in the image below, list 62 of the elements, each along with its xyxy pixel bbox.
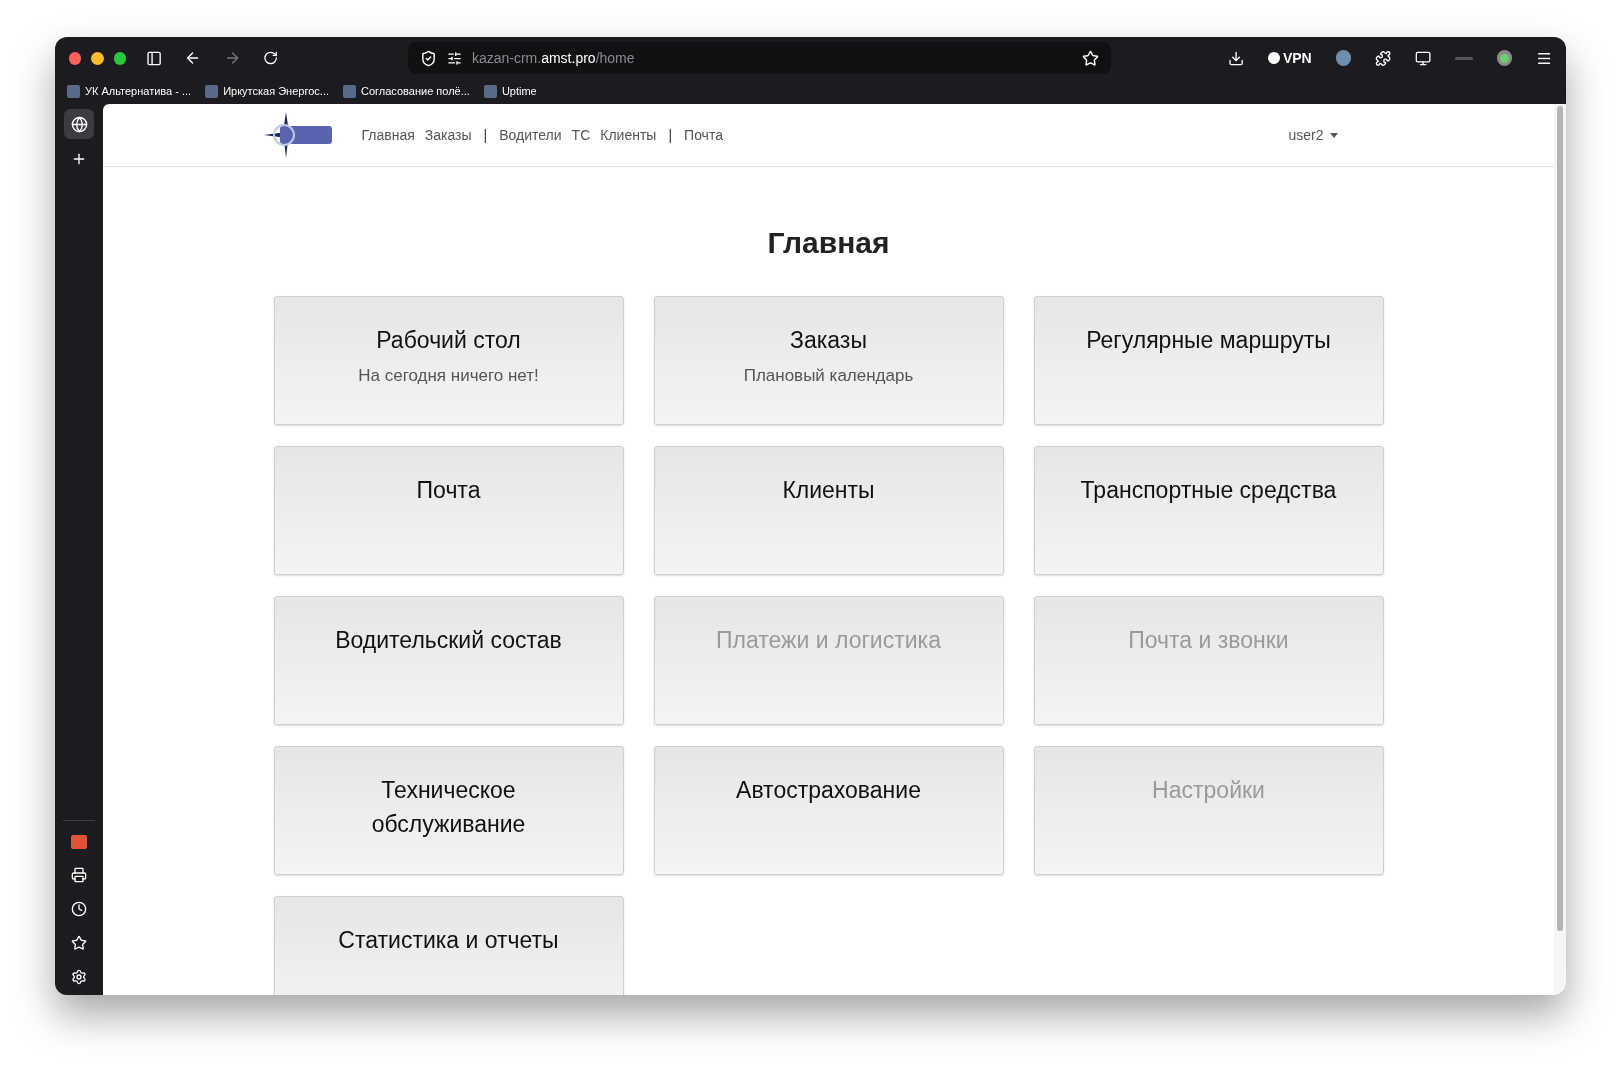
extensions-icon[interactable] bbox=[1374, 49, 1392, 67]
scrollbar-thumb[interactable] bbox=[1557, 106, 1563, 931]
nav-link[interactable]: Почта bbox=[684, 124, 723, 146]
tile-card[interactable]: Регулярные маршруты bbox=[1033, 296, 1384, 425]
nav-link[interactable]: Заказы bbox=[424, 124, 472, 146]
tile-title: Водительский состав bbox=[335, 626, 562, 655]
bookmark-link[interactable]: Uptime bbox=[483, 83, 537, 100]
tile-card[interactable]: Техническое обслуживание bbox=[273, 746, 624, 875]
nav-link[interactable]: ТС bbox=[571, 124, 591, 146]
settings-icon[interactable] bbox=[71, 969, 87, 985]
tile-card[interactable]: Рабочий стол На сегодня ничего нет! bbox=[273, 296, 624, 425]
tile-title: Заказы bbox=[790, 326, 867, 355]
tile-card[interactable]: Водительский состав bbox=[273, 596, 624, 725]
bookmark-star-icon[interactable] bbox=[1081, 49, 1099, 67]
vpn-button[interactable]: VPN bbox=[1267, 47, 1312, 69]
tile-card[interactable]: Клиенты bbox=[653, 446, 1004, 575]
tile-card[interactable]: Заказы Плановый календарь bbox=[653, 296, 1004, 425]
tile-title: Платежи и логистика bbox=[716, 626, 941, 655]
tile-title: Транспортные средства bbox=[1080, 476, 1337, 505]
tile-title: Настройки bbox=[1152, 776, 1265, 805]
nav-separator: | bbox=[668, 125, 673, 145]
nav-link[interactable]: Клиенты bbox=[600, 124, 657, 146]
download-icon[interactable] bbox=[1227, 49, 1244, 67]
tile-title: Почта bbox=[416, 476, 481, 505]
bookmark-link[interactable]: Согласование полё... bbox=[343, 83, 470, 100]
address-bar[interactable]: kazan-crm.amst.pro/home bbox=[407, 42, 1111, 74]
history-icon[interactable] bbox=[71, 901, 87, 917]
user-menu[interactable]: user2 bbox=[1288, 124, 1338, 146]
nav-link[interactable]: Водители bbox=[499, 124, 562, 146]
sidebar-toggle-icon[interactable] bbox=[146, 49, 163, 67]
tile-title: Почта и звонки bbox=[1128, 626, 1289, 655]
url-text: kazan-crm.amst.pro/home bbox=[471, 48, 635, 68]
tile-title: Автострахование bbox=[736, 776, 921, 805]
shield-icon[interactable] bbox=[419, 49, 437, 67]
site-settings-icon[interactable] bbox=[446, 50, 462, 66]
favorites-icon[interactable] bbox=[71, 935, 87, 951]
tile-title: Рабочий стол bbox=[376, 326, 521, 355]
tile-title: Регулярные маршруты bbox=[1086, 326, 1331, 355]
close-window-icon[interactable] bbox=[69, 51, 82, 65]
reload-icon[interactable] bbox=[262, 50, 278, 66]
tile-title: Техническое обслуживание bbox=[370, 776, 527, 839]
bookmark-link[interactable]: Иркутская Энергос... bbox=[205, 83, 329, 100]
screen-icon[interactable] bbox=[1415, 49, 1432, 67]
tile-card[interactable]: Транспортные средства bbox=[1033, 446, 1384, 575]
tile-card[interactable]: Почта bbox=[273, 446, 624, 575]
tile-title: Клиенты bbox=[782, 476, 875, 505]
tile-subtitle: Плановый календарь bbox=[743, 365, 914, 387]
nav-separator: | bbox=[483, 125, 488, 145]
printer-icon[interactable] bbox=[71, 867, 87, 883]
minimize-window-icon[interactable] bbox=[91, 51, 104, 65]
globe-tab-icon[interactable] bbox=[64, 109, 94, 139]
nav-link[interactable]: Главная bbox=[361, 124, 415, 146]
page-title: Главная bbox=[766, 225, 891, 261]
tile-subtitle: На сегодня ничего нет! bbox=[358, 365, 539, 387]
maximize-window-icon[interactable] bbox=[113, 51, 127, 65]
tile-card[interactable]: Статистика и отчеты bbox=[273, 896, 624, 995]
tile-card[interactable]: Автострахование bbox=[653, 746, 1004, 875]
profile-icon[interactable] bbox=[1496, 50, 1512, 66]
bookmark-link[interactable]: УК Альтернатива - ... bbox=[67, 83, 192, 100]
new-tab-icon[interactable] bbox=[71, 151, 87, 167]
tile-title: Статистика и отчеты bbox=[338, 926, 559, 955]
avatar-icon[interactable] bbox=[1335, 50, 1351, 66]
